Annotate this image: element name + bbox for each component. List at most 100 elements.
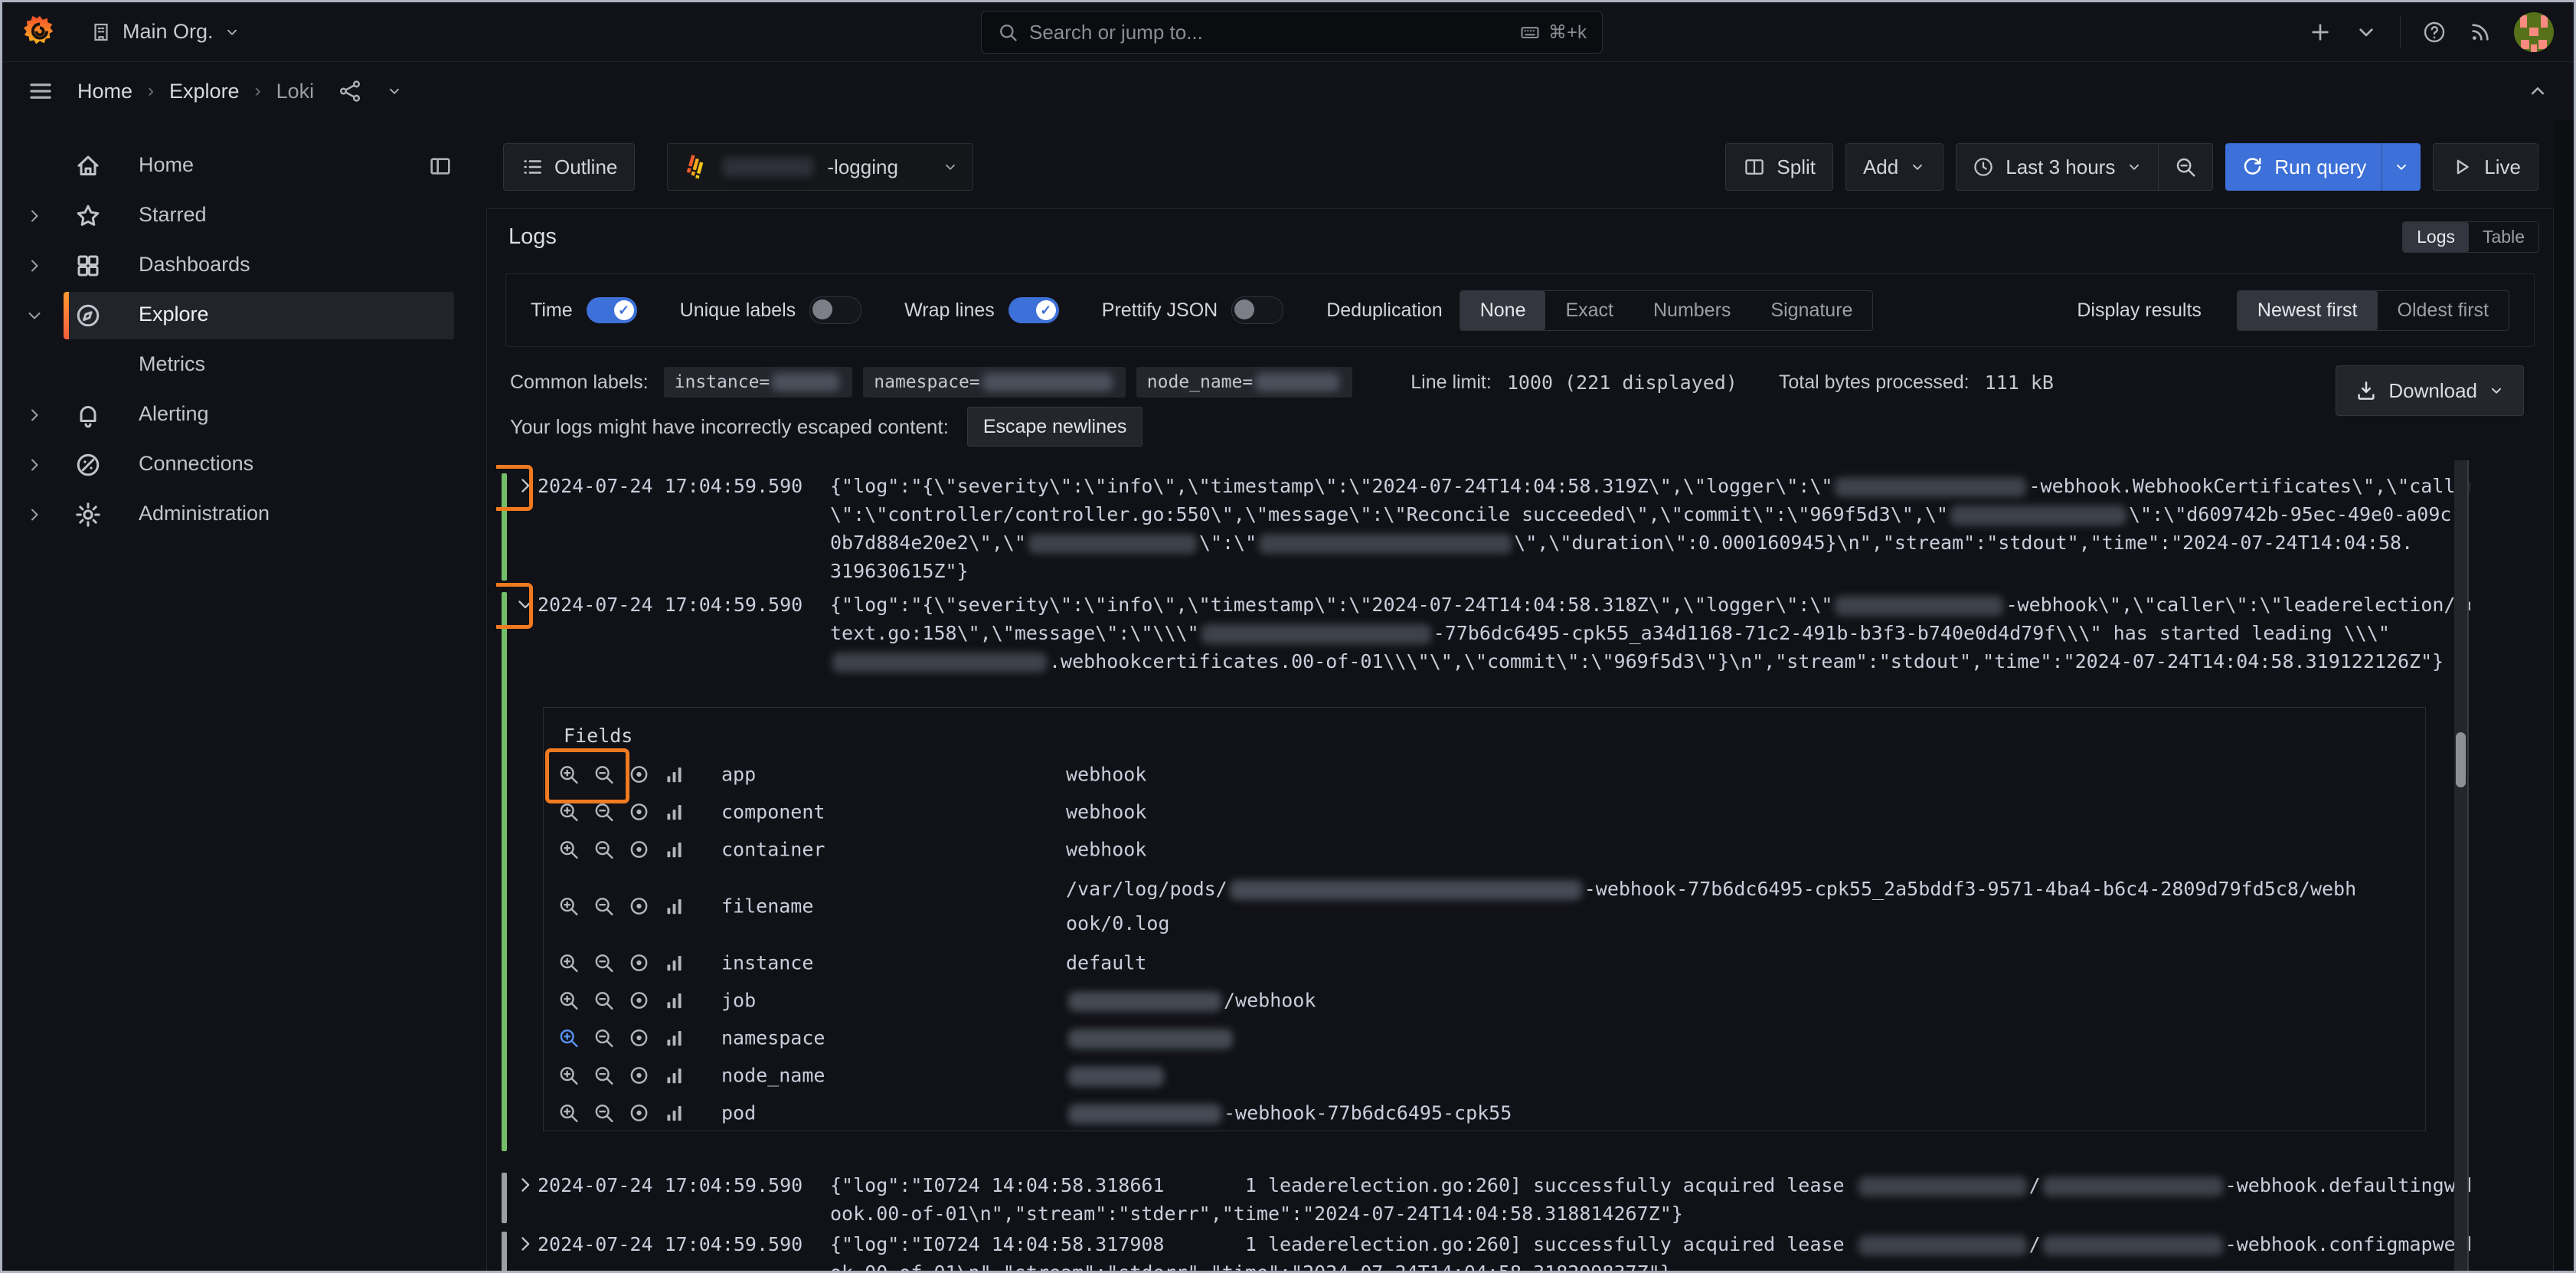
filter-out-value-icon[interactable] [593,1101,615,1124]
sidebar-item-dashboards[interactable]: Dashboards [2,242,471,290]
filter-for-value-icon[interactable] [557,895,580,917]
toggle-visibility-icon[interactable] [628,989,650,1011]
chevron-down-icon[interactable] [386,83,403,100]
filter-for-value-icon[interactable] [557,1064,580,1086]
toggle-switch-time[interactable]: ✓ [586,297,637,323]
field-stats-icon[interactable] [663,895,685,917]
field-actions [557,800,685,823]
news-rss-icon[interactable] [2468,20,2493,44]
filter-out-value-icon[interactable] [593,1064,615,1086]
label-chip-namespace-[interactable]: namespace= [863,367,1126,398]
filter-out-value-icon[interactable] [593,838,615,860]
menu-hamburger-icon[interactable] [27,77,54,105]
logs-scrollbar[interactable] [2454,460,2469,1271]
filter-for-value-icon[interactable] [557,1026,580,1049]
label-chip-node-name-[interactable]: node_name= [1136,367,1353,398]
toggle-visibility-icon[interactable] [628,763,650,785]
common-labels-label: Common labels: [510,371,649,393]
toggle-visibility-icon[interactable] [628,895,650,917]
toggle-switch-prettify-json[interactable] [1231,296,1284,324]
expand-row-icon[interactable] [515,1233,536,1255]
redacted-text [1858,1176,2027,1196]
toggle-switch-unique-labels[interactable] [809,296,862,324]
toggle-visibility-icon[interactable] [628,1026,650,1049]
zoom-out-time-button[interactable] [2158,144,2212,190]
grafana-logo-icon[interactable] [22,15,57,50]
filter-out-value-icon[interactable] [593,1026,615,1049]
outline-button[interactable]: Outline [503,143,636,191]
filter-out-value-icon[interactable] [593,989,615,1011]
breadcrumb-item-home[interactable]: Home [77,80,132,103]
log-timestamp: 2024-07-24 17:04:59.590 [538,475,803,497]
dock-menu-icon[interactable] [428,154,453,178]
live-button[interactable]: Live [2433,143,2538,191]
field-stats-icon[interactable] [663,951,685,974]
grafana-window: Main Org. Search or jump to... ⌘+k Home ›… [0,0,2576,1273]
time-range-label: Last 3 hours [2006,155,2116,178]
filter-out-value-icon[interactable] [593,800,615,823]
field-stats-icon[interactable] [663,838,685,860]
dedup-option-exact[interactable]: Exact [1545,291,1633,330]
breadcrumb-item-explore[interactable]: Explore [169,80,240,103]
download-button[interactable]: Download [2336,365,2524,416]
filter-out-value-icon[interactable] [593,895,615,917]
dedup-option-numbers[interactable]: Numbers [1633,291,1751,330]
add-new-icon[interactable] [2308,20,2332,44]
sidebar-item-starred[interactable]: Starred [2,192,471,240]
field-stats-icon[interactable] [663,989,685,1011]
dedup-option-none[interactable]: None [1460,290,1546,330]
redacted-text [1858,1235,2027,1255]
toggle-visibility-icon[interactable] [628,838,650,860]
share-icon[interactable] [337,78,363,104]
datasource-picker[interactable]: -logging [667,143,974,191]
filter-for-value-icon[interactable] [557,1101,580,1124]
field-stats-icon[interactable] [663,800,685,823]
help-icon[interactable] [2422,20,2447,44]
field-stats-icon[interactable] [663,1026,685,1049]
field-stats-icon[interactable] [663,1064,685,1086]
toggle-visibility-icon[interactable] [628,1064,650,1086]
view-option-table[interactable]: Table [2469,222,2538,252]
expand-row-icon[interactable] [515,1174,536,1196]
field-stats-icon[interactable] [663,763,685,785]
org-switcher[interactable]: Main Org. [90,20,240,44]
time-range-picker[interactable]: Last 3 hours [1957,144,2158,190]
home-icon [74,152,102,180]
sidebar-item-connections[interactable]: Connections [2,441,471,489]
toggle-visibility-icon[interactable] [628,800,650,823]
order-option-oldest-first[interactable]: Oldest first [2378,291,2509,330]
toggle-switch-wrap-lines[interactable]: ✓ [1008,297,1059,323]
escape-newlines-button[interactable]: Escape newlines [966,407,1143,447]
field-stats-icon[interactable] [663,1101,685,1124]
collapse-controls-icon[interactable] [2526,80,2549,103]
chevron-right-icon [25,257,44,275]
filter-for-value-icon[interactable] [557,838,580,860]
breadcrumb-item-loki[interactable]: Loki [276,80,315,103]
split-button[interactable]: Split [1725,143,1833,191]
run-query-button[interactable]: Run query [2225,143,2381,191]
view-option-logs[interactable]: Logs [2403,222,2470,252]
chevron-down-icon[interactable] [2354,20,2378,44]
sidebar-item-label: Alerting [139,402,209,425]
toggle-visibility-icon[interactable] [628,951,650,974]
scrollbar-thumb[interactable] [2456,732,2466,787]
filter-out-value-icon[interactable] [593,951,615,974]
sidebar-item-alerting[interactable]: Alerting [2,391,471,439]
user-avatar[interactable] [2514,11,2554,52]
field-actions [557,989,685,1011]
toggle-visibility-icon[interactable] [628,1101,650,1124]
search-input[interactable]: Search or jump to... ⌘+k [981,11,1603,54]
sidebar-item-explore[interactable]: Explore [2,292,471,339]
sidebar-item-metrics[interactable]: Metrics [2,342,471,389]
filter-for-value-icon[interactable] [557,800,580,823]
run-query-options-button[interactable] [2381,143,2421,191]
order-option-newest-first[interactable]: Newest first [2237,290,2378,330]
dedup-option-signature[interactable]: Signature [1751,291,1872,330]
add-button[interactable]: Add [1845,143,1944,191]
field-row-container: container webhook [544,830,2425,868]
sidebar-item-administration[interactable]: Administration [2,491,471,538]
filter-for-value-icon[interactable] [557,951,580,974]
sidebar-item-home[interactable]: Home [2,142,471,190]
filter-for-value-icon[interactable] [557,989,580,1011]
label-chip-instance-[interactable]: instance= [663,367,853,398]
